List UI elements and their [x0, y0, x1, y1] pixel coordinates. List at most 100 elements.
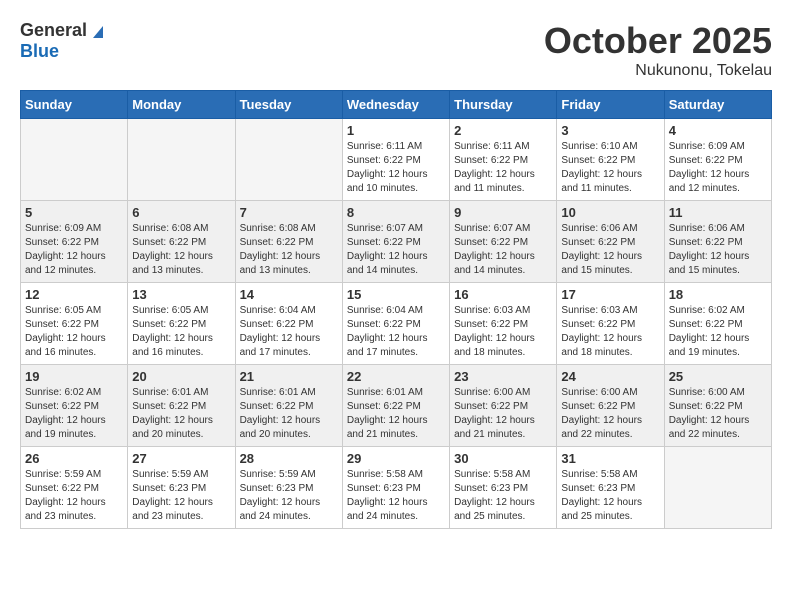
day-info: Sunrise: 5:58 AM Sunset: 6:23 PM Dayligh… — [561, 468, 659, 524]
calendar-cell: 1Sunrise: 6:11 AM Sunset: 6:22 PM Daylig… — [342, 119, 449, 201]
day-number: 23 — [454, 369, 552, 384]
day-number: 29 — [347, 451, 445, 466]
calendar-cell: 5 Sunrise: 6:09 AM Sunset: 6:22 PM Daylig… — [21, 201, 128, 283]
calendar-week-row: 5 Sunrise: 6:09 AM Sunset: 6:22 PM Daylig… — [21, 201, 772, 283]
calendar-cell: 13Sunrise: 6:05 AM Sunset: 6:22 PM Dayli… — [128, 283, 235, 365]
day-number: 28 — [240, 451, 338, 466]
calendar-cell: 27 Sunrise: 5:59 AM Sunset: 6:23 PM Dayli… — [128, 447, 235, 529]
day-info: Sunrise: 6:08 AM Sunset: 6:22 PM Dayligh… — [240, 222, 338, 278]
calendar-cell — [664, 447, 771, 529]
day-info: Sunrise: 6:04 AM Sunset: 6:22 PM Dayligh… — [347, 304, 445, 360]
location: Nukunonu, Tokelau — [544, 62, 772, 80]
day-info: Sunrise: 5:59 AM Sunset: 6:23 PM Dayligh… — [132, 468, 230, 524]
weekday-header-saturday: Saturday — [664, 91, 771, 119]
day-number: 21 — [240, 369, 338, 384]
day-info: Sunrise: 6:01 AM Sunset: 6:22 PM Dayligh… — [132, 386, 230, 442]
calendar-cell: 17 Sunrise: 6:03 AM Sunset: 6:22 PM Dayli… — [557, 283, 664, 365]
logo-icon — [89, 22, 107, 40]
calendar-cell: 7 Sunrise: 6:08 AM Sunset: 6:22 PM Daylig… — [235, 201, 342, 283]
day-number: 18 — [669, 287, 767, 302]
day-number: 22 — [347, 369, 445, 384]
day-number: 20 — [132, 369, 230, 384]
day-number: 5 — [25, 205, 123, 220]
day-number: 31 — [561, 451, 659, 466]
calendar-cell: 25 Sunrise: 6:00 AM Sunset: 6:22 PM Dayli… — [664, 365, 771, 447]
day-info: Sunrise: 6:11 AM Sunset: 6:22 PM Dayligh… — [454, 140, 552, 196]
day-info: Sunrise: 6:00 AM Sunset: 6:22 PM Dayligh… — [454, 386, 552, 442]
logo-general-text: General — [20, 20, 87, 41]
calendar-cell: 4Sunrise: 6:09 AM Sunset: 6:22 PM Daylig… — [664, 119, 771, 201]
day-number: 7 — [240, 205, 338, 220]
day-number: 6 — [132, 205, 230, 220]
day-number: 1 — [347, 123, 445, 138]
day-number: 13 — [132, 287, 230, 302]
day-number: 16 — [454, 287, 552, 302]
day-info: Sunrise: 6:02 AM Sunset: 6:22 PM Dayligh… — [669, 304, 767, 360]
calendar-cell: 10 Sunrise: 6:06 AM Sunset: 6:22 PM Dayli… — [557, 201, 664, 283]
day-info: Sunrise: 5:59 AM Sunset: 6:22 PM Dayligh… — [25, 468, 123, 524]
calendar-cell: 28 Sunrise: 5:59 AM Sunset: 6:23 PM Dayli… — [235, 447, 342, 529]
day-info: Sunrise: 6:05 AM Sunset: 6:22 PM Dayligh… — [25, 304, 123, 360]
weekday-header-friday: Friday — [557, 91, 664, 119]
calendar-table: SundayMondayTuesdayWednesdayThursdayFrid… — [20, 90, 772, 529]
calendar-cell — [128, 119, 235, 201]
day-info: Sunrise: 6:07 AM Sunset: 6:22 PM Dayligh… — [454, 222, 552, 278]
day-info: Sunrise: 6:03 AM Sunset: 6:22 PM Dayligh… — [454, 304, 552, 360]
calendar-cell: 20 Sunrise: 6:01 AM Sunset: 6:22 PM Dayli… — [128, 365, 235, 447]
day-number: 25 — [669, 369, 767, 384]
calendar-cell: 18 Sunrise: 6:02 AM Sunset: 6:22 PM Dayli… — [664, 283, 771, 365]
day-info: Sunrise: 6:09 AM Sunset: 6:22 PM Dayligh… — [25, 222, 123, 278]
calendar-cell: 12 Sunrise: 6:05 AM Sunset: 6:22 PM Dayli… — [21, 283, 128, 365]
day-number: 17 — [561, 287, 659, 302]
day-info: Sunrise: 5:58 AM Sunset: 6:23 PM Dayligh… — [454, 468, 552, 524]
weekday-header-row: SundayMondayTuesdayWednesdayThursdayFrid… — [21, 91, 772, 119]
day-number: 8 — [347, 205, 445, 220]
day-number: 12 — [25, 287, 123, 302]
calendar-cell: 16 Sunrise: 6:03 AM Sunset: 6:22 PM Dayli… — [450, 283, 557, 365]
calendar-cell: 19 Sunrise: 6:02 AM Sunset: 6:22 PM Dayli… — [21, 365, 128, 447]
calendar-cell: 2 Sunrise: 6:11 AM Sunset: 6:22 PM Daylig… — [450, 119, 557, 201]
month-title: October 2025 — [544, 20, 772, 62]
day-info: Sunrise: 6:00 AM Sunset: 6:22 PM Dayligh… — [669, 386, 767, 442]
title-section: October 2025 Nukunonu, Tokelau — [544, 20, 772, 80]
day-info: Sunrise: 6:02 AM Sunset: 6:22 PM Dayligh… — [25, 386, 123, 442]
calendar-cell: 15Sunrise: 6:04 AM Sunset: 6:22 PM Dayli… — [342, 283, 449, 365]
day-number: 2 — [454, 123, 552, 138]
calendar-cell: 22 Sunrise: 6:01 AM Sunset: 6:22 PM Dayli… — [342, 365, 449, 447]
calendar-week-row: 26 Sunrise: 5:59 AM Sunset: 6:22 PM Dayli… — [21, 447, 772, 529]
calendar-cell: 8 Sunrise: 6:07 AM Sunset: 6:22 PM Daylig… — [342, 201, 449, 283]
weekday-header-tuesday: Tuesday — [235, 91, 342, 119]
calendar-cell: 11 Sunrise: 6:06 AM Sunset: 6:22 PM Dayli… — [664, 201, 771, 283]
calendar-week-row: 19 Sunrise: 6:02 AM Sunset: 6:22 PM Dayli… — [21, 365, 772, 447]
calendar-cell: 29 Sunrise: 5:58 AM Sunset: 6:23 PM Dayli… — [342, 447, 449, 529]
day-number: 30 — [454, 451, 552, 466]
weekday-header-monday: Monday — [128, 91, 235, 119]
page-header: General Blue October 2025 Nukunonu, Toke… — [20, 20, 772, 80]
logo: General Blue — [20, 20, 107, 62]
day-number: 26 — [25, 451, 123, 466]
day-info: Sunrise: 6:07 AM Sunset: 6:22 PM Dayligh… — [347, 222, 445, 278]
day-number: 9 — [454, 205, 552, 220]
calendar-week-row: 12 Sunrise: 6:05 AM Sunset: 6:22 PM Dayli… — [21, 283, 772, 365]
weekday-header-thursday: Thursday — [450, 91, 557, 119]
day-info: Sunrise: 6:01 AM Sunset: 6:22 PM Dayligh… — [347, 386, 445, 442]
day-info: Sunrise: 6:01 AM Sunset: 6:22 PM Dayligh… — [240, 386, 338, 442]
day-info: Sunrise: 6:03 AM Sunset: 6:22 PM Dayligh… — [561, 304, 659, 360]
calendar-week-row: 1 Sunrise: 6:11 AM Sunset: 6:22 PM Daylig… — [21, 119, 772, 201]
weekday-header-wednesday: Wednesday — [342, 91, 449, 119]
calendar-cell: 14Sunrise: 6:04 AM Sunset: 6:22 PM Dayli… — [235, 283, 342, 365]
day-info: Sunrise: 6:06 AM Sunset: 6:22 PM Dayligh… — [561, 222, 659, 278]
day-number: 19 — [25, 369, 123, 384]
day-info: Sunrise: 5:59 AM Sunset: 6:23 PM Dayligh… — [240, 468, 338, 524]
calendar-cell: 23 Sunrise: 6:00 AM Sunset: 6:22 PM Dayli… — [450, 365, 557, 447]
day-info: Sunrise: 6:06 AM Sunset: 6:22 PM Dayligh… — [669, 222, 767, 278]
day-number: 3 — [561, 123, 659, 138]
day-number: 4 — [669, 123, 767, 138]
day-number: 11 — [669, 205, 767, 220]
day-number: 14 — [240, 287, 338, 302]
day-number: 10 — [561, 205, 659, 220]
calendar-cell — [235, 119, 342, 201]
day-info: Sunrise: 5:58 AM Sunset: 6:23 PM Dayligh… — [347, 468, 445, 524]
day-number: 27 — [132, 451, 230, 466]
day-info: Sunrise: 6:10 AM Sunset: 6:22 PM Dayligh… — [561, 140, 659, 196]
